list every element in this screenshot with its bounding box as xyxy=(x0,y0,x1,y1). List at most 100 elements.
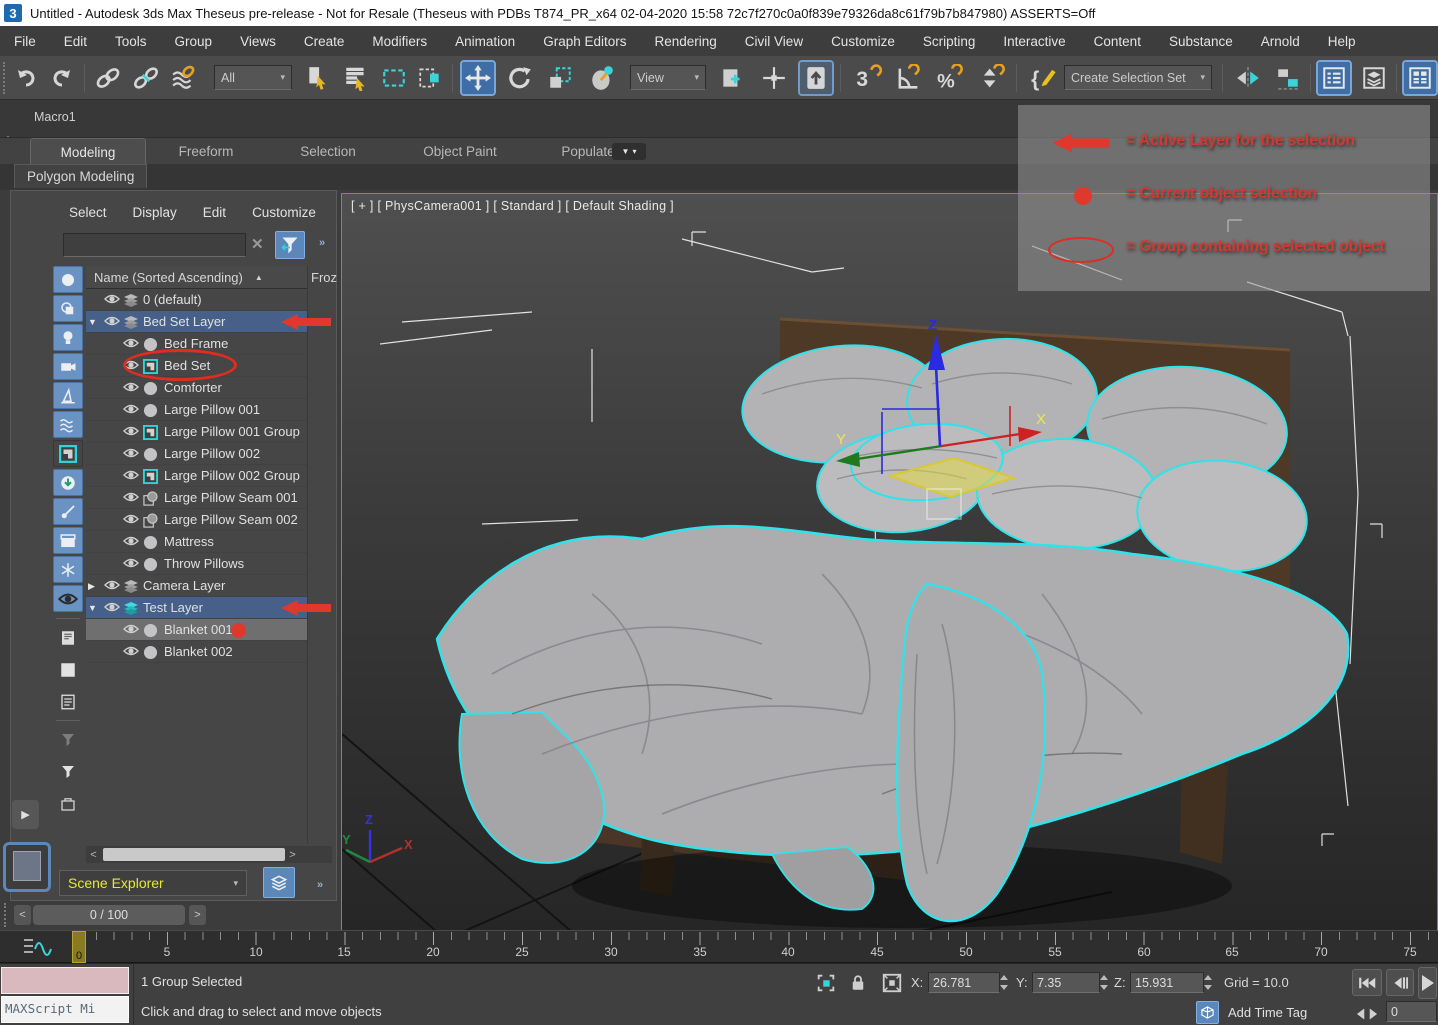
mirror-button[interactable] xyxy=(1232,62,1264,94)
list-item[interactable]: Blanket 001 xyxy=(86,619,307,641)
time-slider-drag-handle[interactable] xyxy=(4,903,6,927)
panel-polygon-modeling[interactable]: Polygon Modeling xyxy=(14,164,147,188)
redo-button[interactable] xyxy=(46,62,78,94)
menu-graph-editors[interactable]: Graph Editors xyxy=(529,34,640,49)
list-item[interactable]: ▼ Test Layer xyxy=(86,597,307,619)
menu-rendering[interactable]: Rendering xyxy=(641,34,731,49)
select-and-scale-button[interactable] xyxy=(544,62,576,94)
absolute-offset-mode-toggle[interactable] xyxy=(880,971,904,995)
eye-icon[interactable] xyxy=(104,579,120,591)
previous-frame-arrow[interactable]: < xyxy=(14,905,31,925)
expander-open-icon[interactable]: ▼ xyxy=(88,603,97,613)
unlink-icon[interactable] xyxy=(130,62,162,94)
viewport-label[interactable]: [ + ] [ PhysCamera001 ] [ Standard ] [ D… xyxy=(351,199,674,213)
play-button[interactable] xyxy=(1418,967,1437,999)
y-coordinate-field[interactable] xyxy=(1032,972,1100,993)
align-button[interactable] xyxy=(1272,62,1304,94)
snaps-toggle-button[interactable]: 3 xyxy=(852,62,884,94)
layer-explorer-button[interactable] xyxy=(1358,62,1390,94)
select-and-place-button[interactable] xyxy=(586,62,618,94)
reference-coordinate-dropdown[interactable]: View▾ xyxy=(630,65,706,90)
se-menu-display[interactable]: Display xyxy=(133,205,177,220)
select-link-icon[interactable] xyxy=(92,62,124,94)
filter-button[interactable] xyxy=(275,231,305,259)
current-frame-field[interactable] xyxy=(1386,1001,1437,1022)
list-item[interactable]: 0 (default) xyxy=(86,289,307,311)
se-menu-select[interactable]: Select xyxy=(69,205,107,220)
selection-lock-toggle[interactable] xyxy=(846,971,870,995)
eye-icon[interactable] xyxy=(104,315,120,327)
viewport-layout-tab[interactable] xyxy=(3,842,51,892)
menu-content[interactable]: Content xyxy=(1080,34,1155,49)
y-spinner[interactable] xyxy=(1100,972,1109,993)
menu-modifiers[interactable]: Modifiers xyxy=(358,34,441,49)
ribbon-toggle-button[interactable] xyxy=(1404,62,1436,94)
menu-arnold[interactable]: Arnold xyxy=(1247,34,1314,49)
menu-interactive[interactable]: Interactive xyxy=(989,34,1079,49)
viewport[interactable]: X Y Z Z Y X [ + ] [ PhysCamera001 ] [ St… xyxy=(341,193,1438,933)
maxscript-mini-listener-white[interactable]: MAXScript Mi xyxy=(1,996,129,1023)
search-input[interactable] xyxy=(63,233,246,257)
expander-closed-icon[interactable]: ▶ xyxy=(88,581,95,592)
select-object-button[interactable] xyxy=(302,62,334,94)
eye-icon[interactable] xyxy=(123,535,139,547)
menu-edit[interactable]: Edit xyxy=(50,34,101,49)
spinner-snap-button[interactable] xyxy=(976,62,1008,94)
menu-tools[interactable]: Tools xyxy=(101,34,161,49)
track-bar[interactable]: 5 10 15 20 25 30 35 40 45 50 55 60 65 70… xyxy=(0,930,1438,963)
flyout-expand-button[interactable]: ▶ xyxy=(12,800,39,829)
ribbon-minimize-dropdown[interactable]: ▼▾ xyxy=(612,143,646,160)
tab-modeling[interactable]: Modeling xyxy=(30,138,146,165)
go-to-start-button[interactable] xyxy=(1352,969,1382,996)
rectangular-region-button[interactable] xyxy=(378,62,410,94)
column-header-name[interactable]: Name (Sorted Ascending) ▲ xyxy=(86,266,307,289)
undo-button[interactable] xyxy=(10,62,42,94)
menu-group[interactable]: Group xyxy=(161,34,227,49)
eye-icon[interactable] xyxy=(123,381,139,393)
list-item[interactable]: Large Pillow 001 Group xyxy=(86,421,307,443)
time-slider-handle[interactable]: 0 / 100 xyxy=(33,905,185,925)
footer-overflow-chevrons[interactable]: » xyxy=(317,879,321,891)
maxscript-mini-listener-pink[interactable] xyxy=(1,967,129,994)
menu-views[interactable]: Views xyxy=(226,34,290,49)
add-time-tag-icon[interactable] xyxy=(1196,1001,1219,1024)
x-coordinate-field[interactable] xyxy=(928,972,1000,993)
tab-selection[interactable]: Selection xyxy=(266,138,390,165)
list-item[interactable]: Large Pillow Seam 001 xyxy=(86,487,307,509)
eye-icon[interactable] xyxy=(123,469,139,481)
percent-snap-button[interactable]: % xyxy=(934,62,966,94)
se-menu-edit[interactable]: Edit xyxy=(203,205,226,220)
bind-spacewarp-icon[interactable] xyxy=(168,62,200,94)
list-item[interactable]: Large Pillow 001 xyxy=(86,399,307,421)
menu-file[interactable]: File xyxy=(0,34,50,49)
isolate-selection-toggle[interactable] xyxy=(814,971,838,995)
explorer-selector[interactable]: Scene Explorer ▾ xyxy=(59,870,247,896)
menu-customize[interactable]: Customize xyxy=(817,34,909,49)
list-item[interactable]: Large Pillow Seam 002 xyxy=(86,509,307,531)
eye-icon[interactable] xyxy=(123,623,139,635)
key-mode-toggle[interactable] xyxy=(1354,1002,1380,1025)
scroll-left-icon[interactable]: < xyxy=(86,849,101,861)
list-item[interactable]: ▶ Camera Layer xyxy=(86,575,307,597)
add-time-tag-label[interactable]: Add Time Tag xyxy=(1228,1005,1307,1020)
previous-frame-button[interactable] xyxy=(1386,969,1414,996)
select-by-name-button[interactable] xyxy=(340,62,372,94)
layer-explorer-footer-button[interactable] xyxy=(263,867,295,898)
eye-icon[interactable] xyxy=(123,491,139,503)
angle-snap-button[interactable] xyxy=(892,62,924,94)
menu-create[interactable]: Create xyxy=(290,34,359,49)
use-pivot-center-button[interactable] xyxy=(716,62,748,94)
menu-civil-view[interactable]: Civil View xyxy=(731,34,817,49)
list-item[interactable]: Throw Pillows xyxy=(86,553,307,575)
toolbar-overflow-chevrons[interactable]: » xyxy=(319,237,323,249)
scroll-right-icon[interactable]: > xyxy=(285,849,300,861)
x-spinner[interactable] xyxy=(1000,972,1009,993)
expander-open-icon[interactable]: ▼ xyxy=(88,317,97,327)
tab-freeform[interactable]: Freeform xyxy=(146,138,266,165)
select-and-manipulate-button[interactable] xyxy=(758,62,790,94)
list-item[interactable]: Large Pillow 002 xyxy=(86,443,307,465)
menu-help[interactable]: Help xyxy=(1314,34,1370,49)
selection-filter-dropdown[interactable]: All▾ xyxy=(214,65,292,90)
column-header-frozen[interactable]: Froz xyxy=(311,270,337,285)
property-list-button[interactable] xyxy=(53,688,83,715)
